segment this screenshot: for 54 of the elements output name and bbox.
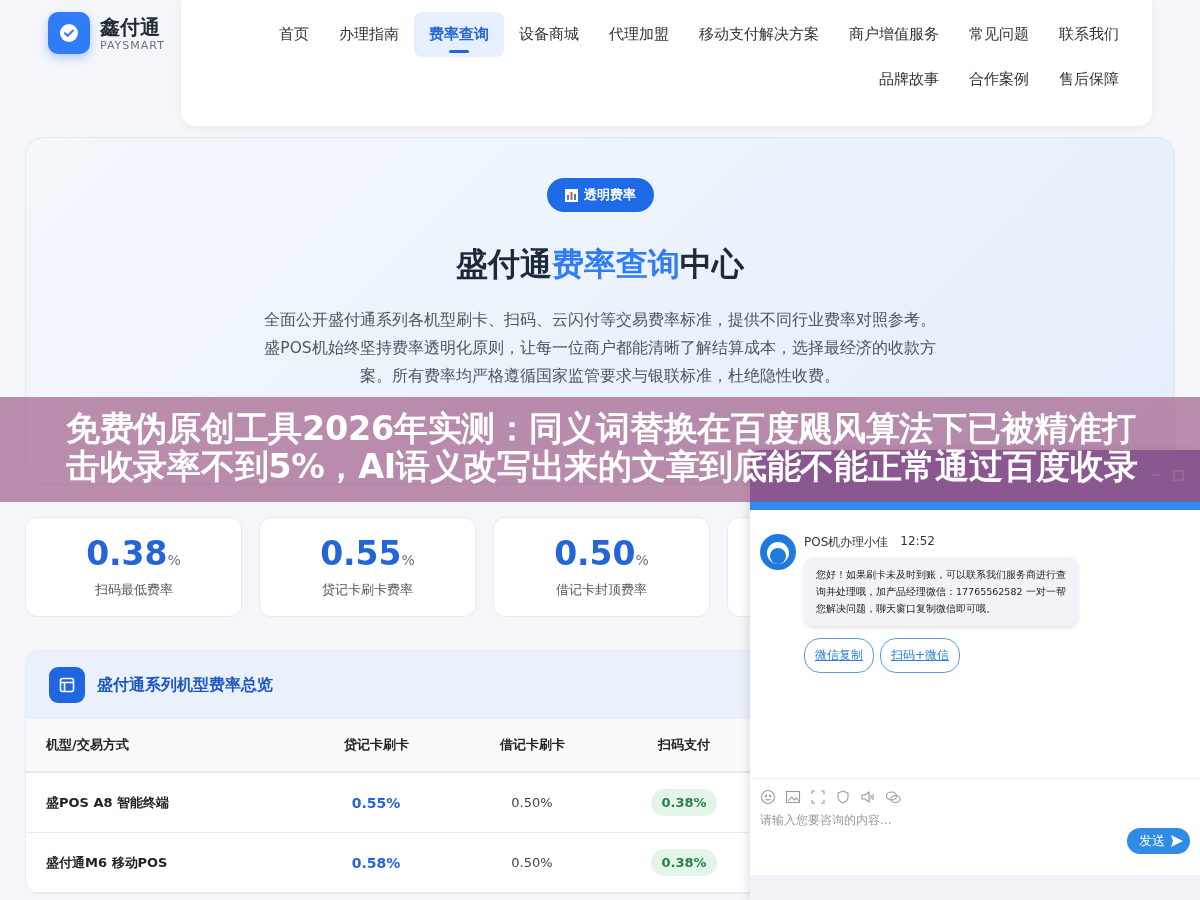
send-button[interactable]: 发送	[1127, 828, 1190, 854]
table-cell-text: 0.55%	[350, 794, 402, 811]
column-header: 贷记卡刷卡	[342, 736, 410, 754]
stat-value: 0.50%	[554, 535, 649, 575]
badge: 透明费率	[546, 178, 654, 212]
rate-badge: 0.38%	[651, 789, 717, 816]
table-cell-text: 盛付通M6 移动POS	[45, 853, 169, 872]
table-cell-text: 0.58%	[350, 854, 402, 871]
brand-name: 鑫付通	[100, 14, 161, 39]
chart-icon	[564, 188, 578, 202]
nav-link[interactable]: 品牌故事	[864, 57, 954, 102]
nav-link[interactable]: 办理指南	[324, 12, 414, 57]
nav-link[interactable]: 商户增值服务	[834, 12, 954, 57]
nav-link[interactable]: 合作案例	[954, 57, 1044, 102]
banner-headline: 免费伪原创工具2026年实测：同义词替换在百度飓风算法下已被精准打 击收录率不到5%，AI语义改写出来的文章到底能不能正常通过百度收录	[66, 410, 1138, 486]
speaker-icon[interactable]	[860, 789, 876, 805]
table-cell-text: 0.50%	[510, 855, 554, 870]
message-time: 12:52	[900, 534, 935, 550]
table-cell-text: 盛POS A8 智能终端	[45, 793, 171, 812]
nav-link[interactable]: 常见问题	[954, 12, 1044, 57]
stat-value: 0.38%	[86, 535, 181, 575]
chat-bubbles-icon[interactable]	[885, 789, 901, 805]
brand-tagline: PAYSMART	[100, 38, 165, 52]
nav-link[interactable]: 费率查询	[414, 12, 504, 57]
stat-value: 0.55%	[320, 535, 415, 575]
stat-label: 贷记卡刷卡费率	[322, 581, 413, 599]
nav-link[interactable]: 首页	[264, 12, 324, 57]
column-header: 机型/交易方式	[44, 736, 130, 754]
page-title: 盛付通费率查询中心	[455, 244, 745, 285]
image-icon[interactable]	[785, 789, 801, 805]
message-bubble: 您好！如果刷卡未及时到账，可以联系我们服务商进行查询并处理哦，加产品经理微信：17765562582 一对一帮您解决问题，聊天窗口复制微信即可哦。	[804, 557, 1078, 626]
intro-text: 全面公开盛付通系列各机型刷卡、扫码、云闪付等交易费率标准，提供不同行业费率对照参考。盛POS机始终坚持费率透明化原则，让每一位商户都能清晰了解结算成本，选择最经济的收款方案。所有费率均严格遵循国家监管要求与银联标准，杜绝隐性收费。	[263, 310, 937, 387]
stat-label: 借记卡封顶费率	[556, 581, 647, 599]
nav-link[interactable]: 售后保障	[1044, 57, 1134, 102]
table-cell-text: 0.50%	[510, 795, 554, 810]
nav-link[interactable]: 设备商城	[504, 12, 594, 57]
nav-link[interactable]: 代理加盟	[594, 12, 684, 57]
shield-icon[interactable]	[835, 789, 851, 805]
quick-reply-button[interactable]: 微信复制	[804, 638, 874, 673]
stat-label: 扫码最低费率	[94, 581, 173, 599]
nav-link[interactable]: 联系我们	[1044, 12, 1134, 57]
emoji-icon[interactable]	[760, 789, 776, 805]
agent-name: POS机办理小佳	[804, 534, 889, 551]
table-icon	[49, 667, 85, 703]
column-header: 借记卡刷卡	[498, 736, 566, 754]
logo-icon	[48, 12, 90, 54]
send-icon	[1170, 834, 1184, 848]
nav-link[interactable]: 移动支付解决方案	[684, 12, 834, 57]
rate-badge: 0.38%	[651, 849, 717, 876]
quick-reply-button[interactable]: 扫码+微信	[880, 638, 961, 673]
fullscreen-icon[interactable]	[810, 789, 826, 805]
avatar-icon	[760, 534, 796, 570]
section-title: 盛付通系列机型费率总览	[97, 674, 273, 696]
column-header: 扫码支付	[656, 736, 711, 754]
